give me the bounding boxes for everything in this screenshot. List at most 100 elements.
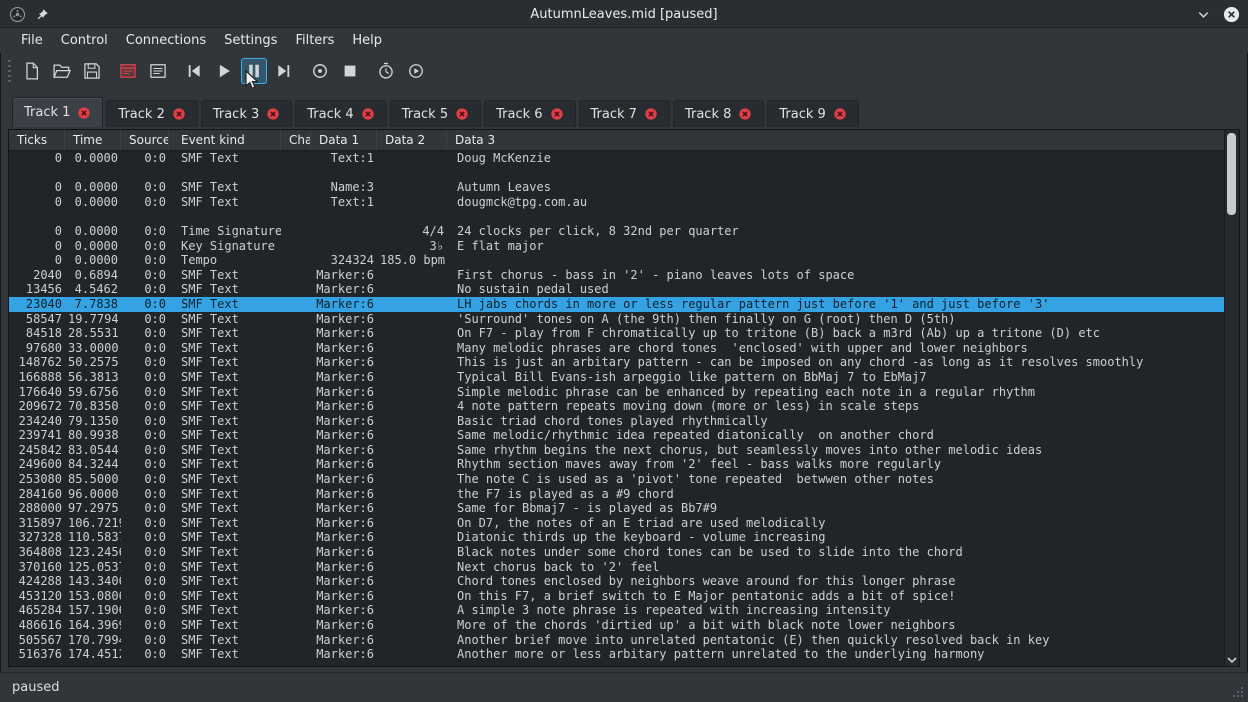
menu-settings[interactable]: Settings xyxy=(215,29,286,52)
table-row[interactable]: 24960084.32440:0SMF TextMarker:6Rhythm s… xyxy=(9,457,1225,472)
table-row[interactable]: 14876250.25750:0SMF TextMarker:6This is … xyxy=(9,355,1225,370)
skip-backward-button[interactable] xyxy=(181,58,207,84)
event-list-button[interactable] xyxy=(145,58,171,84)
open-file-button[interactable] xyxy=(49,58,75,84)
timer-play-button[interactable] xyxy=(403,58,429,84)
table-row[interactable]: 24584283.05440:0SMF TextMarker:6Same rhy… xyxy=(9,443,1225,458)
table-row[interactable]: 20967270.83500:0SMF TextMarker:64 note p… xyxy=(9,399,1225,414)
table-row[interactable]: 23974180.99380:0SMF TextMarker:6Same mel… xyxy=(9,428,1225,443)
new-file-button[interactable] xyxy=(19,58,45,84)
table-row[interactable]: 23424079.13500:0SMF TextMarker:6Basic tr… xyxy=(9,414,1225,429)
tab-close-icon[interactable] xyxy=(550,107,564,121)
tab-label: Track 3 xyxy=(213,107,259,122)
cell: Next chorus back to '2' feel xyxy=(447,560,1225,575)
tab-close-icon[interactable] xyxy=(455,107,469,121)
column-header-chan[interactable]: Chan xyxy=(281,130,311,150)
table-row[interactable]: 9768033.00000:0SMF TextMarker:6Many melo… xyxy=(9,341,1225,356)
tab-track-8[interactable]: Track 8 xyxy=(673,100,764,127)
column-header-ticks[interactable]: Ticks xyxy=(9,130,65,150)
clock-button[interactable] xyxy=(373,58,399,84)
column-header-data-3[interactable]: Data 3 xyxy=(447,130,1225,150)
tab-track-2[interactable]: Track 2 xyxy=(106,100,197,127)
table-row[interactable]: 370160125.05370:0SMF TextMarker:6Next ch… xyxy=(9,560,1225,575)
table-row[interactable]: 453120153.08060:0SMF TextMarker:6On this… xyxy=(9,589,1225,604)
stop-button[interactable] xyxy=(337,58,363,84)
cell: Name:3 xyxy=(311,180,377,195)
tab-track-5[interactable]: Track 5 xyxy=(390,100,481,127)
column-header-time[interactable]: Time xyxy=(65,130,121,150)
tab-track-6[interactable]: Track 6 xyxy=(484,100,575,127)
table-row[interactable]: 230407.78380:0SMF TextMarker:6LH jabs ch… xyxy=(9,297,1225,312)
table-row[interactable]: 28800097.29750:0SMF TextMarker:6Same for… xyxy=(9,501,1225,516)
table-row[interactable]: 327328110.58370:0SMF TextMarker:6Diatoni… xyxy=(9,530,1225,545)
title-bar[interactable]: AutumnLeaves.mid [paused] xyxy=(0,0,1248,28)
column-header-data-2[interactable]: Data 2 xyxy=(377,130,447,150)
tab-track-1[interactable]: Track 1 xyxy=(12,97,103,127)
table-row[interactable]: 00.00000:0Key Signature3♭E flat major xyxy=(9,239,1225,254)
table-row[interactable]: 16688856.38130:0SMF TextMarker:6Typical … xyxy=(9,370,1225,385)
tab-close-icon[interactable] xyxy=(738,107,752,121)
cell: 4.5462 xyxy=(65,282,121,297)
table-row[interactable]: 465284157.19060:0SMF TextMarker:6A simpl… xyxy=(9,603,1225,618)
cell: 0:0 xyxy=(121,399,169,414)
table-row[interactable]: 424288143.34060:0SMF TextMarker:6Chord t… xyxy=(9,574,1225,589)
tab-track-9[interactable]: Track 9 xyxy=(767,100,858,127)
resize-grip[interactable] xyxy=(1231,685,1245,699)
cell xyxy=(377,355,447,370)
table-row[interactable]: 20400.68940:0SMF TextMarker:6First choru… xyxy=(9,268,1225,283)
record-button[interactable] xyxy=(307,58,333,84)
save-button[interactable] xyxy=(79,58,105,84)
close-button[interactable] xyxy=(1222,5,1240,23)
shade-button[interactable] xyxy=(1194,5,1212,23)
table-row[interactable]: 00.00000:0SMF TextName:3Autumn Leaves xyxy=(9,180,1225,195)
column-header-data-1[interactable]: Data 1 xyxy=(311,130,377,150)
cell xyxy=(377,574,447,589)
table-row[interactable] xyxy=(9,166,1225,181)
menu-filters[interactable]: Filters xyxy=(286,29,343,52)
tab-close-icon[interactable] xyxy=(361,107,375,121)
menu-file[interactable]: File xyxy=(12,29,52,52)
tab-track-3[interactable]: Track 3 xyxy=(201,100,292,127)
record-events-button[interactable] xyxy=(115,58,141,84)
toolbar-grip[interactable] xyxy=(8,60,11,82)
table-row[interactable]: 00.00000:0SMF TextText:1Doug McKenzie xyxy=(9,151,1225,166)
skip-forward-button[interactable] xyxy=(271,58,297,84)
table-row[interactable]: 134564.54620:0SMF TextMarker:6No sustain… xyxy=(9,282,1225,297)
menu-help[interactable]: Help xyxy=(343,29,391,52)
table-row[interactable]: 28416096.00000:0SMF TextMarker:6the F7 i… xyxy=(9,487,1225,502)
column-header-event-kind[interactable]: Event kind xyxy=(169,130,281,150)
cell: 2040 xyxy=(9,268,65,283)
table-row[interactable]: 315897106.72190:0SMF TextMarker:6On D7, … xyxy=(9,516,1225,531)
menu-control[interactable]: Control xyxy=(52,29,117,52)
table-row[interactable]: 486616164.39690:0SMF TextMarker:6More of… xyxy=(9,618,1225,633)
tab-close-icon[interactable] xyxy=(833,107,847,121)
cell: SMF Text xyxy=(169,282,281,297)
table-row[interactable]: 516376174.45120:0SMF TextMarker:6Another… xyxy=(9,647,1225,662)
scrollbar-thumb[interactable] xyxy=(1227,133,1236,215)
tab-close-icon[interactable] xyxy=(266,107,280,121)
scrollbar-down-arrow-icon[interactable] xyxy=(1226,654,1238,664)
tab-track-7[interactable]: Track 7 xyxy=(579,100,670,127)
tab-track-4[interactable]: Track 4 xyxy=(295,100,386,127)
table-row[interactable]: 00.00000:0Tempo324324185.0 bpm xyxy=(9,253,1225,268)
table-row[interactable]: 25308085.50000:0SMF TextMarker:6The note… xyxy=(9,472,1225,487)
table-row[interactable]: 5854719.77940:0SMF TextMarker:6'Surround… xyxy=(9,312,1225,327)
cell: Marker:6 xyxy=(311,355,377,370)
table-row[interactable]: 8451828.55310:0SMF TextMarker:6On F7 - p… xyxy=(9,326,1225,341)
cell: Another brief move into unrelated pentat… xyxy=(447,633,1225,648)
table-row[interactable]: 00.00000:0Time Signature4/424 clocks per… xyxy=(9,224,1225,239)
table-row[interactable]: 00.00000:0SMF TextText:1dougmck@tpg.com.… xyxy=(9,195,1225,210)
pin-icon[interactable] xyxy=(34,5,52,23)
menu-connections[interactable]: Connections xyxy=(117,29,215,52)
vertical-scrollbar[interactable] xyxy=(1224,130,1239,666)
column-header-source[interactable]: Source xyxy=(121,130,169,150)
table-row[interactable]: 17664059.67560:0SMF TextMarker:6Simple m… xyxy=(9,385,1225,400)
play-button[interactable] xyxy=(211,58,237,84)
tab-close-icon[interactable] xyxy=(644,107,658,121)
table-row[interactable]: 505567170.79940:0SMF TextMarker:6Another… xyxy=(9,633,1225,648)
tab-close-icon[interactable] xyxy=(172,107,186,121)
pause-button[interactable] xyxy=(241,58,267,84)
tab-close-icon[interactable] xyxy=(77,106,91,120)
table-row[interactable] xyxy=(9,209,1225,224)
table-row[interactable]: 364808123.24560:0SMF TextMarker:6Black n… xyxy=(9,545,1225,560)
